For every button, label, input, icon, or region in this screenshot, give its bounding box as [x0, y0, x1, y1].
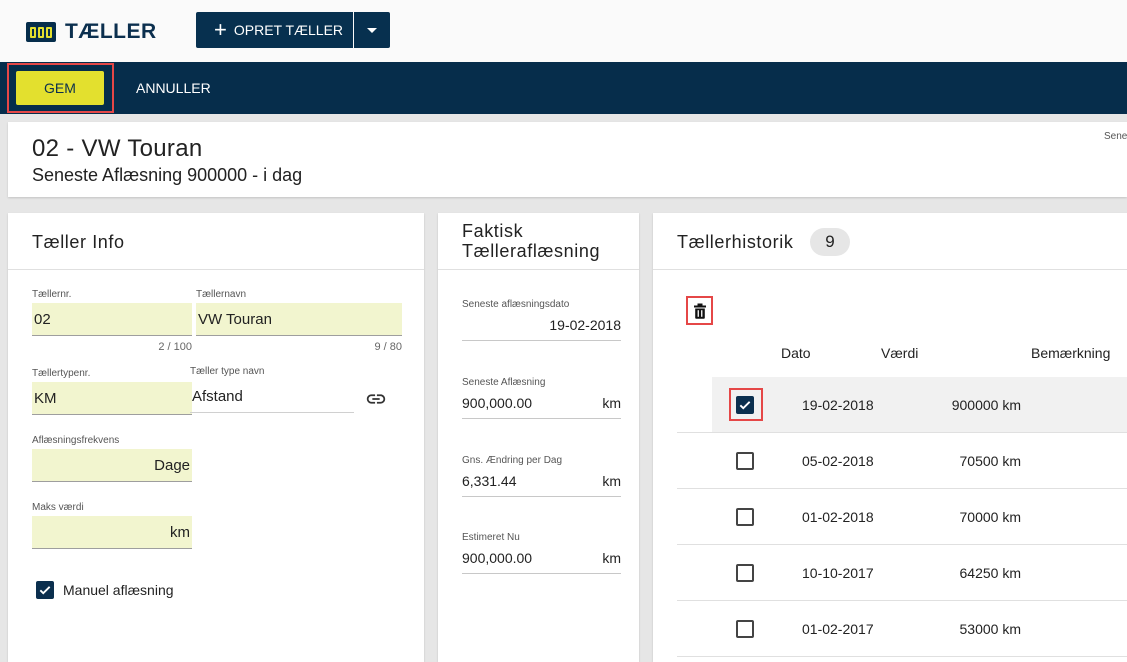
row-value: 900000 km: [951, 397, 1021, 413]
page-title: 02 - VW Touran: [32, 135, 203, 162]
create-dropdown-button[interactable]: [354, 12, 390, 48]
estimated-now-label: Estimeret Nu: [462, 532, 520, 543]
counter-number-label: Tællernr.: [32, 289, 72, 300]
counter-name-label: Tællernavn: [196, 289, 247, 300]
record-header: 02 - VW Touran Seneste Aflæsning 900000 …: [8, 122, 1127, 197]
actual-reading-card: Faktisk Tælleraflæsning Seneste aflæsnin…: [438, 213, 639, 662]
row-date: 10-10-2017: [802, 565, 874, 581]
table-row[interactable]: 01-02-2017 53000 km: [677, 601, 1127, 657]
reading-frequency-field: Aflæsningsfrekvens Dage: [32, 435, 192, 482]
actual-reading-title-line2: Tælleraflæsning: [462, 241, 601, 261]
actual-reading-header: Faktisk Tælleraflæsning: [438, 213, 639, 270]
column-header-date[interactable]: Dato: [781, 345, 811, 361]
row-date: 01-02-2017: [802, 621, 874, 637]
latest-reading-date-value: 19-02-2018: [462, 310, 621, 341]
app-title: TÆLLER: [65, 20, 157, 43]
latest-reading-label: Seneste Aflæsning: [462, 377, 546, 388]
estimated-now-value: 900,000.00 km: [462, 543, 621, 574]
latest-reading-field: Seneste Aflæsning 900,000.00 km: [462, 377, 621, 419]
counter-type-number-input[interactable]: KM: [32, 382, 192, 415]
row-date: 05-02-2018: [802, 453, 874, 469]
save-button[interactable]: GEM: [16, 71, 104, 105]
latest-reading-text: 900,000.00: [462, 395, 533, 411]
counter-type-name-field: Tæller type navn Afstand: [190, 366, 354, 413]
history-count-badge: 9: [810, 228, 850, 256]
row-value: 53000 km: [959, 621, 1021, 637]
counter-type-name-label: Tæller type navn: [190, 366, 265, 377]
table-row[interactable]: 10-10-2017 64250 km: [677, 545, 1127, 601]
avg-change-value: 6,331.44 km: [462, 466, 621, 497]
counter-type-name-value: Afstand: [190, 380, 354, 413]
row-checkbox[interactable]: [736, 396, 754, 414]
latest-reading-date-field: Seneste aflæsningsdato 19-02-2018: [462, 299, 621, 341]
counter-info-card: Tæller Info Tællernr. 02 2 / 100 Tællern…: [8, 213, 424, 662]
row-checkbox[interactable]: [736, 452, 754, 470]
counter-type-number-label: Tællertypenr.: [32, 368, 91, 379]
header-right-text: Sene: [1104, 131, 1127, 142]
reading-frequency-select[interactable]: Dage: [32, 449, 192, 482]
manual-reading-checkbox[interactable]: Manuel aflæsning: [36, 581, 174, 599]
counter-history-title: Tællerhistorik: [677, 232, 794, 252]
trash-icon: [693, 303, 706, 319]
row-checkbox[interactable]: [736, 508, 754, 526]
row-value: 64250 km: [959, 565, 1021, 581]
estimated-now-field: Estimeret Nu 900,000.00 km: [462, 532, 621, 574]
latest-reading-date-label: Seneste aflæsningsdato: [462, 299, 570, 310]
avg-change-text: 6,331.44: [462, 473, 517, 489]
counter-history-header: Tællerhistorik 9: [653, 213, 1127, 270]
actual-reading-title: Faktisk Tælleraflæsning: [462, 221, 600, 261]
column-header-value[interactable]: Værdi: [881, 345, 918, 361]
checkmark-icon: [39, 586, 51, 595]
page-subtitle: Seneste Aflæsning 900000 - i dag: [32, 165, 303, 185]
max-value-input[interactable]: km: [32, 516, 192, 549]
latest-reading-value: 900,000.00 km: [462, 388, 621, 419]
counter-info-title: Tæller Info: [32, 232, 125, 252]
row-checkbox[interactable]: [736, 564, 754, 582]
top-app-bar: TÆLLER + OPRET TÆLLER: [0, 0, 1127, 62]
counter-name-count: 9 / 80: [374, 341, 402, 353]
checkmark-icon: [739, 401, 751, 410]
table-row[interactable]: 01-02-2018 70000 km: [677, 489, 1127, 545]
table-row[interactable]: 05-02-2018 70500 km: [677, 433, 1127, 489]
counter-history-card: Tællerhistorik 9 Dato Værdi Bemærkning 1…: [653, 213, 1127, 662]
actual-reading-title-line1: Faktisk: [462, 221, 524, 241]
max-value-field: Maks værdi km: [32, 502, 192, 549]
max-value-label: Maks værdi: [32, 502, 84, 513]
estimated-now-text: 900,000.00: [462, 550, 533, 566]
chevron-down-icon: [367, 27, 377, 33]
counter-number-input[interactable]: 02: [32, 303, 192, 336]
avg-change-label: Gns. Ændring per Dag: [462, 455, 563, 466]
counter-type-number-field: Tællertypenr. KM: [32, 368, 192, 415]
table-row[interactable]: 19-02-2018 900000 km: [677, 377, 1127, 433]
row-value: 70000 km: [959, 509, 1021, 525]
row-checkbox[interactable]: [736, 620, 754, 638]
avg-change-field: Gns. Ændring per Dag 6,331.44 km: [462, 455, 621, 497]
plus-icon: +: [214, 17, 227, 42]
counter-name-input[interactable]: VW Touran: [196, 303, 402, 336]
counter-logo-icon: [26, 22, 56, 42]
column-header-note[interactable]: Bemærkning: [1031, 345, 1110, 361]
row-value: 70500 km: [959, 453, 1021, 469]
cancel-button[interactable]: ANNULLER: [136, 80, 211, 96]
latest-reading-date-text: 19-02-2018: [549, 317, 621, 333]
delete-button[interactable]: [686, 296, 713, 325]
row-date: 19-02-2018: [802, 397, 874, 413]
counter-number-count: 2 / 100: [158, 341, 192, 353]
counter-number-field: Tællernr. 02 2 / 100: [32, 289, 192, 353]
latest-reading-unit: km: [602, 395, 621, 411]
estimated-now-unit: km: [602, 550, 621, 566]
link-icon[interactable]: [365, 388, 387, 410]
reading-frequency-label: Aflæsningsfrekvens: [32, 435, 120, 446]
checkbox[interactable]: [36, 581, 54, 599]
create-counter-button[interactable]: + OPRET TÆLLER: [196, 12, 353, 48]
create-counter-label: OPRET TÆLLER: [233, 22, 344, 38]
action-bar: GEM ANNULLER: [0, 62, 1127, 114]
app-logo[interactable]: TÆLLER: [26, 20, 157, 44]
counter-info-header: Tæller Info: [8, 213, 424, 270]
counter-name-field: Tællernavn VW Touran 9 / 80: [196, 289, 402, 353]
row-date: 01-02-2018: [802, 509, 874, 525]
manual-reading-label: Manuel aflæsning: [63, 582, 174, 598]
avg-change-unit: km: [602, 473, 621, 489]
